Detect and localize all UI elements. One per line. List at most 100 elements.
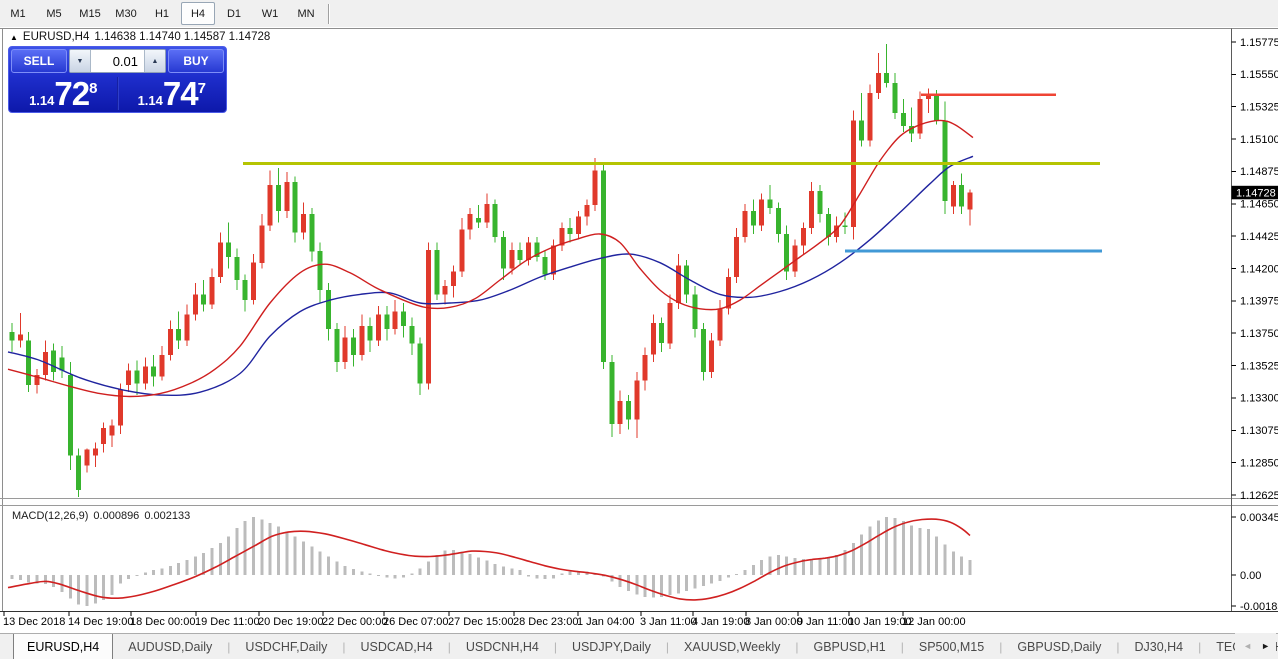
candle-down — [10, 332, 15, 341]
macd-histogram-bar — [744, 570, 747, 575]
candle-up — [110, 425, 115, 435]
macd-histogram-bar — [510, 568, 513, 575]
tab-scroll-controls: ◄ ► — [1235, 633, 1276, 659]
candle-up — [951, 185, 956, 207]
chart-tab-usdjpy-daily[interactable]: USDJPY,Daily — [557, 634, 666, 659]
candle-down — [176, 329, 181, 341]
chart-tab-usdcad-h4[interactable]: USDCAD,H4 — [346, 634, 448, 659]
macd-histogram-bar — [427, 562, 430, 575]
buy-price-button[interactable]: 1.14747 — [120, 75, 225, 112]
sell-price-button[interactable]: 1.14728 — [11, 75, 116, 112]
candle-down — [693, 294, 698, 329]
macd-histogram-bar — [269, 523, 272, 575]
price-tick-label: 1.13300 — [1240, 393, 1278, 405]
timeframe-button-m30[interactable]: M30 — [109, 2, 143, 25]
candle-up — [509, 250, 514, 269]
candle-down — [276, 185, 281, 211]
tab-scroll-left-icon[interactable]: ◄ — [1243, 641, 1252, 651]
candle-up — [376, 315, 381, 341]
macd-histogram-bar — [402, 575, 405, 578]
macd-histogram-bar — [135, 575, 138, 576]
macd-histogram-bar — [185, 560, 188, 575]
candle-down — [76, 456, 81, 491]
macd-histogram-bar — [927, 529, 930, 575]
candle-down — [626, 401, 631, 420]
candle-down — [934, 96, 939, 120]
macd-histogram-bar — [127, 575, 130, 579]
tab-scroll-right-icon[interactable]: ► — [1261, 641, 1270, 651]
candle-up — [268, 185, 273, 225]
lot-increase-button[interactable]: ▲ — [144, 50, 165, 72]
macd-histogram-bar — [685, 575, 688, 591]
chart-tab-gbpusd-h1[interactable]: GBPUSD,H1 — [798, 634, 900, 659]
macd-histogram-bar — [494, 564, 497, 575]
macd-histogram-bar — [227, 536, 230, 575]
chart-area[interactable]: 1.157751.155501.153251.151001.148751.146… — [0, 27, 1278, 633]
macd-histogram-bar — [644, 575, 647, 597]
one-click-trading-panel: SELL ▼ ▲ BUY 1.14728 1.14747 — [8, 46, 227, 113]
candle-down — [293, 182, 298, 232]
chart-tab-gbpusd-daily[interactable]: GBPUSD,Daily — [1002, 634, 1116, 659]
macd-histogram-bar — [352, 569, 355, 575]
lot-decrease-button[interactable]: ▼ — [70, 50, 91, 72]
timeframe-button-m15[interactable]: M15 — [73, 2, 107, 25]
candle-up — [584, 205, 589, 217]
candle-down — [434, 250, 439, 295]
macd-histogram-bar — [502, 567, 505, 575]
candle-up — [451, 271, 456, 285]
candle-down — [501, 237, 506, 269]
candle-up — [668, 303, 673, 343]
buy-button[interactable]: BUY — [168, 49, 224, 73]
macd-histogram-bar — [752, 565, 755, 575]
chart-tab-sp500-m15[interactable]: SP500,M15 — [904, 634, 999, 659]
chart-tab-eurusd-h4[interactable]: EURUSD,H4 — [13, 634, 113, 659]
lot-size-input[interactable] — [91, 50, 144, 72]
chart-tab-usdcnh-h4[interactable]: USDCNH,H4 — [451, 634, 554, 659]
candle-down — [409, 326, 414, 343]
candle-down — [334, 329, 339, 362]
time-tick-label: 3 Jan 11:00 — [640, 616, 697, 628]
time-tick-label: 14 Dec 19:00 — [68, 616, 133, 628]
macd-histogram-bar — [960, 557, 963, 576]
macd-histogram-bar — [435, 555, 438, 575]
candle-up — [743, 211, 748, 237]
macd-histogram-bar — [369, 573, 372, 575]
lot-size-group: ▼ ▲ — [69, 49, 166, 73]
candle-down — [893, 83, 898, 113]
price-tick-label: 1.14875 — [1240, 166, 1278, 178]
timeframe-button-d1[interactable]: D1 — [217, 2, 251, 25]
candle-up — [809, 191, 814, 228]
chart-tab-dj30-h4[interactable]: DJ30,H4 — [1119, 634, 1198, 659]
candle-down — [568, 228, 573, 234]
macd-histogram-bar — [61, 575, 64, 592]
timeframe-button-mn[interactable]: MN — [289, 2, 323, 25]
timeframe-button-h1[interactable]: H1 — [145, 2, 179, 25]
chart-tab-bar: EURUSD,H4AUDUSD,Daily|USDCHF,Daily|USDCA… — [0, 633, 1278, 659]
candle-down — [201, 294, 206, 304]
chart-tab-xauusd-weekly[interactable]: XAUUSD,Weekly — [669, 634, 795, 659]
collapse-panel-icon[interactable]: ▲ — [10, 33, 18, 42]
macd-histogram-bar — [410, 573, 413, 575]
candle-up — [118, 389, 123, 425]
candle-up — [184, 315, 189, 341]
timeframe-button-h4[interactable]: H4 — [181, 2, 215, 25]
sell-button[interactable]: SELL — [11, 49, 67, 73]
candle-up — [526, 243, 531, 260]
candle-down — [134, 371, 139, 384]
candle-up — [868, 93, 873, 141]
candle-up — [918, 99, 923, 134]
macd-histogram-bar — [535, 575, 538, 578]
candle-down — [51, 351, 56, 373]
chart-tab-audusd-daily[interactable]: AUDUSD,Daily — [113, 634, 227, 659]
chart-tab-usdchf-daily[interactable]: USDCHF,Daily — [230, 634, 342, 659]
macd-histogram-bar — [86, 575, 89, 606]
timeframe-button-w1[interactable]: W1 — [253, 2, 287, 25]
time-tick-label: 9 Jan 11:00 — [797, 616, 854, 628]
timeframe-button-m5[interactable]: M5 — [37, 2, 71, 25]
candle-up — [168, 329, 173, 355]
timeframe-button-m1[interactable]: M1 — [1, 2, 35, 25]
macd-histogram-bar — [910, 525, 913, 575]
macd-histogram-bar — [694, 575, 697, 588]
candle-down — [826, 214, 831, 237]
candle-up — [734, 237, 739, 277]
